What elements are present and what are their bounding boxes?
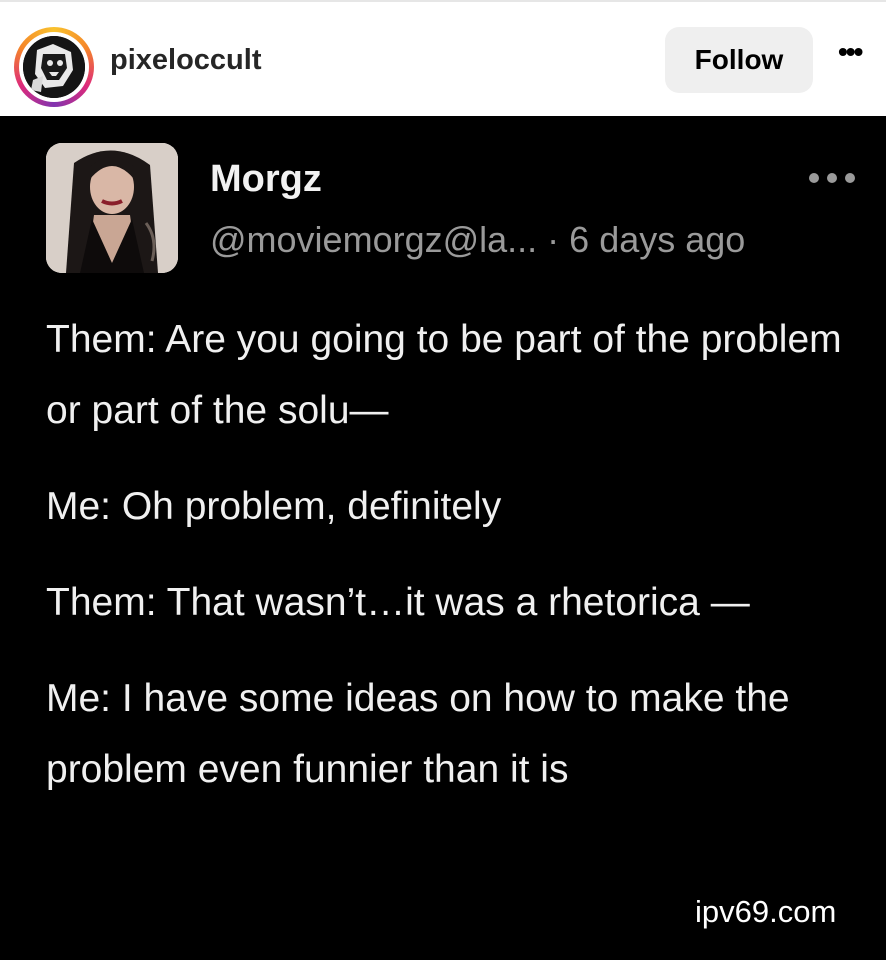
post-paragraph: Them: That wasn’t…it was a rhetorica — (46, 581, 750, 624)
post-timestamp: 6 days ago (569, 219, 746, 260)
avatar (23, 36, 85, 98)
profile-avatar-ring[interactable] (14, 27, 94, 107)
account-username[interactable]: pixeloccult (110, 44, 262, 77)
post-paragraph: Them: Are you going to be part of the pr… (46, 318, 842, 432)
follow-button[interactable]: Follow (665, 27, 813, 93)
meta-separator: · (537, 219, 570, 260)
author-meta: @moviemorgz@la... · 6 days ago (210, 219, 745, 261)
post-paragraph: Me: Oh problem, definitely (46, 485, 502, 528)
author-name[interactable]: Morgz (210, 158, 322, 201)
post-body: Them: Are you going to be part of the pr… (46, 304, 866, 830)
author-handle[interactable]: @moviemorgz@la... (210, 219, 537, 260)
post-header: pixeloccult Follow ••• (0, 2, 886, 116)
quoted-post-card: Morgz @moviemorgz@la... · 6 days ago The… (0, 116, 886, 960)
post-paragraph: Me: I have some ideas on how to make the… (46, 677, 790, 791)
author-avatar[interactable] (46, 143, 178, 273)
post-more-options-icon[interactable] (806, 168, 858, 188)
profile-avatar-border (19, 32, 89, 102)
more-options-icon[interactable]: ••• (838, 36, 863, 68)
watermark: ipv69.com (695, 894, 837, 929)
